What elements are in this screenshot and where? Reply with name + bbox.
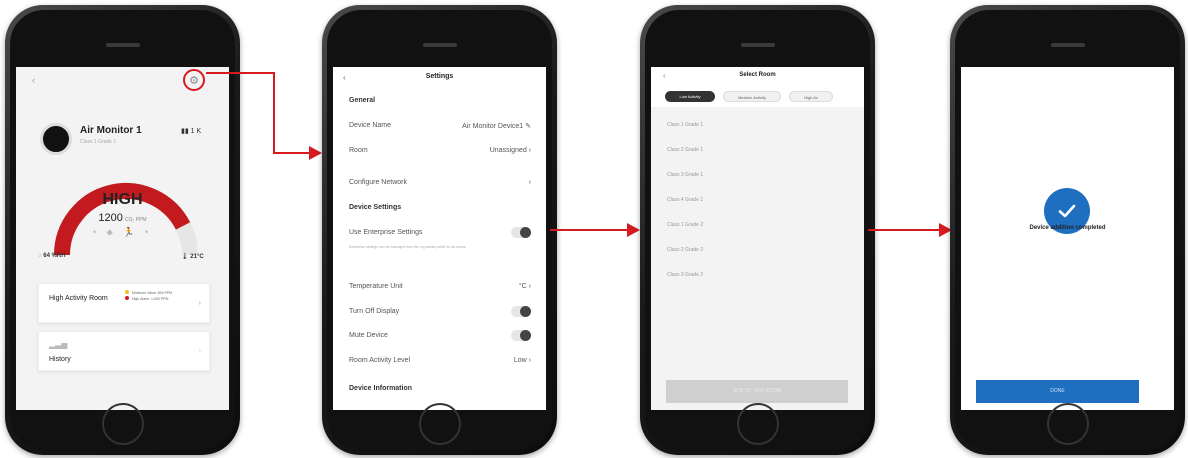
room-value: Unassigned › [489, 147, 531, 154]
device-title: Air Monitor 1 [80, 125, 142, 136]
settings-screen: ‹ Settings General Device Name Air Monit… [333, 67, 546, 410]
temperature-unit-row[interactable]: Temperature Unit °C › [349, 283, 531, 290]
page-title: Settings [425, 73, 454, 80]
history-label: History [49, 356, 71, 363]
temperature-readout: 🌡 21°C [181, 254, 204, 260]
room-item[interactable]: Class 3 Grade 1 [667, 172, 703, 178]
turn-off-display-label: Turn Off Display [349, 308, 400, 315]
activity-label: High Activity Room [49, 295, 108, 302]
add-to-room-button[interactable]: ADD TO THIS ROOM [666, 380, 848, 403]
co2-reading: 1200 CO₂ PPM [16, 212, 229, 224]
room-item[interactable]: Class 2 Grade 1 [667, 147, 703, 153]
device-subtitle: Class 1 Grade 1 [80, 139, 117, 145]
speaker-grille [105, 43, 140, 47]
done-button[interactable]: DONE [976, 380, 1139, 403]
room-item[interactable]: Class 4 Grade 1 [667, 197, 703, 203]
mute-device-row: Mute Device [349, 330, 531, 341]
section-device-information: Device Information [349, 385, 413, 392]
turn-off-display-row: Turn Off Display [349, 306, 531, 317]
room-label: Room [349, 147, 368, 154]
humidity-value: 64 %RH [43, 253, 66, 259]
chevron-right-icon: › [198, 298, 201, 307]
room-activity-value: Low › [513, 357, 531, 364]
battery-icon: ▮▮ 1 K [181, 128, 202, 135]
arrow-connector [206, 72, 274, 74]
enterprise-settings-label: Use Enterprise Settings [349, 229, 423, 236]
enterprise-settings-toggle[interactable] [511, 227, 531, 238]
arrow-connector [868, 229, 942, 231]
home-button[interactable] [418, 403, 461, 445]
arrow-connector [273, 72, 275, 154]
phone-frame-1: ‹ ⚙ Air Monitor 1 Class 1 Grade 1 ▮▮ 1 K… [5, 5, 240, 455]
section-device-settings: Device Settings [349, 204, 402, 211]
arrow-connector [273, 152, 310, 154]
chevron-right-icon: › [528, 179, 531, 186]
room-item[interactable]: Class 2 Grade 2 [667, 247, 703, 253]
arrow-connector [550, 229, 630, 231]
chip-high-activity[interactable]: High Ac [789, 91, 833, 102]
ppm-unit: CO₂ PPM [124, 217, 147, 223]
co2-gauge [54, 183, 198, 256]
room-item[interactable]: Class 1 Grade 1 [667, 122, 703, 128]
legend-minimum: Minimum Value: 800 PPM [132, 291, 173, 295]
turn-off-display-toggle[interactable] [511, 306, 531, 317]
gear-icon[interactable]: ⚙ [183, 69, 205, 91]
phone-frame-4: Device addition completed DONE [950, 5, 1185, 455]
activity-legend: Minimum Value: 800 PPM High Alarm: 1,000… [125, 290, 185, 302]
configure-network-label: Configure Network [349, 179, 407, 186]
speaker-grille [740, 43, 775, 47]
mute-device-label: Mute Device [349, 332, 388, 339]
temperature-value: 21°C [190, 254, 204, 260]
chevron-right-icon: › [198, 346, 201, 355]
humidity-readout: ◌ 64 %RH [38, 253, 66, 259]
arrow-head-icon [309, 146, 322, 160]
phone-frame-3: ‹ Select Room Low Activity Medium Activi… [640, 5, 875, 455]
home-button[interactable] [101, 403, 144, 445]
room-item[interactable]: Class 1 Grade 2 [667, 222, 703, 228]
ppm-value: 1200 [98, 212, 123, 224]
legend-high-alarm: High Alarm: 1,000 PPM [132, 297, 169, 301]
back-icon[interactable]: ‹ [32, 75, 35, 85]
device-added-screen: Device addition completed DONE [961, 67, 1174, 410]
device-avatar [40, 123, 72, 155]
temperature-unit-value: °C › [518, 283, 531, 290]
activity-card[interactable]: High Activity Room Minimum Value: 800 PP… [38, 283, 210, 323]
air-quality-level: HIGH [102, 191, 143, 208]
activity-indicator-icons: • ⬥ 🏃 • [92, 227, 153, 237]
device-name-label: Device Name [349, 122, 392, 129]
room-item[interactable]: Class 3 Grade 2 [667, 272, 703, 278]
chip-low-activity[interactable]: Low Activity [665, 91, 715, 102]
history-card[interactable]: ▂▃▅ History › [38, 331, 210, 371]
room-row[interactable]: Room Unassigned › [349, 147, 531, 154]
temperature-unit-label: Temperature Unit [349, 283, 403, 290]
select-room-screen: ‹ Select Room Low Activity Medium Activi… [651, 67, 864, 410]
mute-device-toggle[interactable] [511, 330, 531, 341]
room-activity-row[interactable]: Room Activity Level Low › [349, 357, 531, 364]
enterprise-hint: Enterprise settings can be managed from … [349, 245, 467, 249]
device-name-row[interactable]: Device Name Air Monitor Device1 ✎ [349, 122, 531, 130]
home-button[interactable] [736, 403, 779, 445]
enterprise-settings-row: Use Enterprise Settings [349, 227, 531, 238]
room-activity-label: Room Activity Level [349, 357, 411, 364]
speaker-grille [1050, 43, 1085, 47]
device-dashboard-screen: ‹ ⚙ Air Monitor 1 Class 1 Grade 1 ▮▮ 1 K… [16, 67, 229, 410]
chip-medium-activity[interactable]: Medium Activity [723, 91, 781, 102]
arrow-head-icon [627, 223, 640, 237]
completion-message: Device addition completed [1029, 225, 1106, 231]
configure-network-row[interactable]: Configure Network › [349, 179, 531, 186]
speaker-grille [422, 43, 457, 47]
home-button[interactable] [1046, 403, 1089, 445]
device-name-value: Air Monitor Device1 ✎ [462, 123, 531, 130]
phone-frame-2: ‹ Settings General Device Name Air Monit… [322, 5, 557, 455]
chart-icon: ▂▃▅ [49, 340, 68, 349]
section-general: General [349, 97, 376, 104]
page-title: Select Room [739, 72, 776, 78]
